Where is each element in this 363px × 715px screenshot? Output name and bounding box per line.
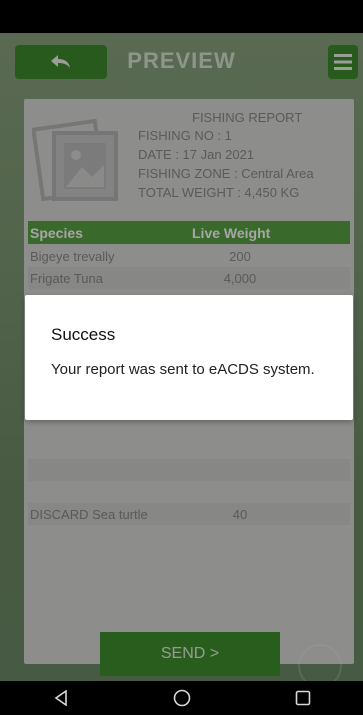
nav-home-icon [173,689,190,707]
nav-home-button[interactable] [147,681,217,715]
status-bar [0,0,363,33]
success-dialog: Success Your report was sent to eACDS sy… [25,295,353,420]
dialog-title: Success [51,325,116,344]
nav-back-icon [54,690,67,706]
nav-recents-icon [295,690,310,706]
nav-recents-button[interactable] [268,681,338,715]
system-nav-bar [0,681,363,715]
dialog-message: Your report was sent to eACDS system. [51,361,315,378]
nav-back-button[interactable] [26,681,96,715]
